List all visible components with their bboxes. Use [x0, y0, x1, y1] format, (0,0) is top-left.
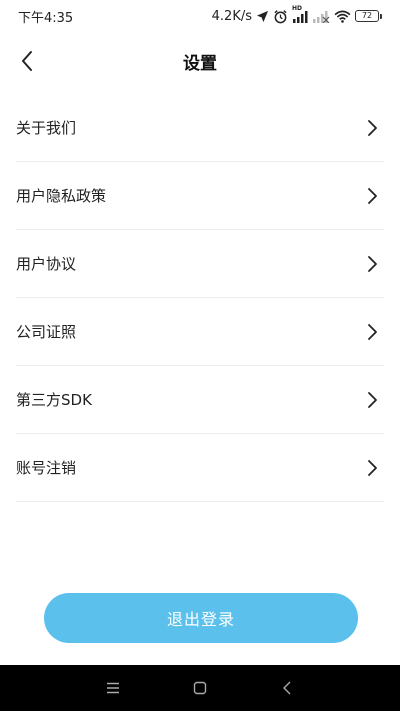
nav-back-button[interactable] [267, 668, 307, 708]
no-signal-icon [312, 10, 330, 23]
network-speed: 4.2K/s [211, 8, 252, 24]
home-icon [193, 681, 207, 695]
logout-button[interactable]: 退出登录 [44, 593, 358, 643]
home-button[interactable] [180, 668, 220, 708]
menu-item-about-us[interactable]: 关于我们 [16, 94, 384, 162]
back-button[interactable] [10, 44, 44, 78]
menu-item-label: 用户隐私政策 [16, 187, 107, 205]
battery-icon: 72 [355, 10, 382, 22]
menu-icon [107, 682, 120, 694]
menu-item-third-party-sdk[interactable]: 第三方SDK [16, 366, 384, 434]
system-nav-bar [0, 665, 400, 711]
menu-item-label: 用户协议 [16, 255, 77, 273]
alarm-icon [273, 9, 288, 24]
settings-menu: 关于我们 用户隐私政策 用户协议 公司证照 第三方SDK 账号注销 [16, 94, 384, 502]
chevron-right-icon [362, 118, 382, 138]
network-type-label: HD [292, 4, 303, 12]
wifi-icon [334, 10, 351, 23]
chevron-right-icon [362, 254, 382, 274]
menu-item-delete-account[interactable]: 账号注销 [16, 434, 384, 502]
chevron-right-icon [362, 322, 382, 342]
status-bar: 下午4:35 4.2K/s HD 72 [0, 0, 400, 32]
header: 设置 [0, 40, 400, 82]
chevron-left-icon [22, 51, 32, 71]
menu-item-label: 关于我们 [16, 119, 77, 137]
battery-cap [380, 13, 382, 19]
location-icon [256, 10, 269, 23]
chevron-right-icon [362, 186, 382, 206]
menu-item-label: 第三方SDK [16, 391, 92, 409]
settings-screen: 下午4:35 4.2K/s HD 72 设置 关于我们 用户隐私政策 用户协议 … [0, 0, 400, 711]
menu-item-company-license[interactable]: 公司证照 [16, 298, 384, 366]
status-icons: 4.2K/s HD 72 [211, 5, 382, 24]
battery-level: 72 [355, 10, 379, 22]
signal-icon: HD [292, 5, 308, 23]
menu-item-privacy-policy[interactable]: 用户隐私政策 [16, 162, 384, 230]
status-time: 下午4:35 [18, 10, 74, 26]
page-title: 设置 [183, 53, 217, 74]
menu-button[interactable] [93, 668, 133, 708]
chevron-right-icon [362, 458, 382, 478]
back-icon [282, 681, 291, 695]
chevron-right-icon [362, 390, 382, 410]
menu-item-label: 公司证照 [16, 323, 77, 341]
menu-item-user-agreement[interactable]: 用户协议 [16, 230, 384, 298]
menu-item-label: 账号注销 [16, 459, 77, 477]
